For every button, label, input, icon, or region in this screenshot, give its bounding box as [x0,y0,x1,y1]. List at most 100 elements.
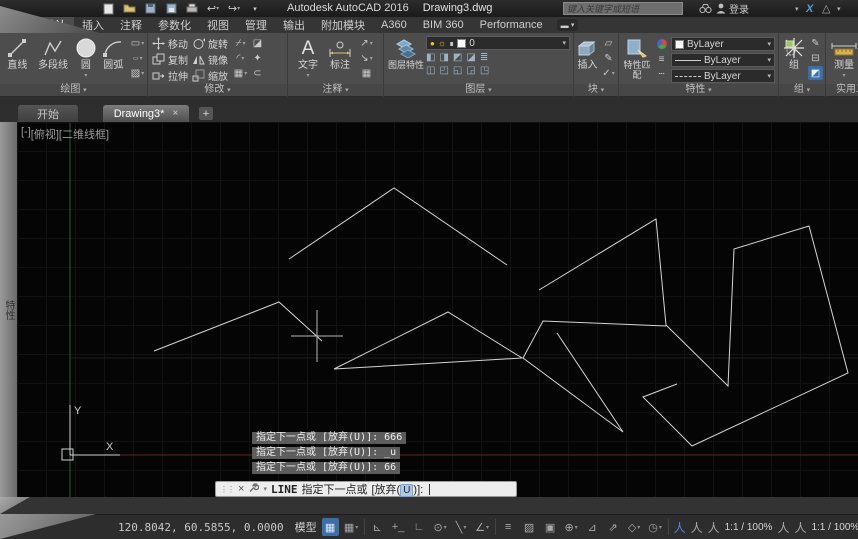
ribbon-collapse-button[interactable]: ▬ ▾ [557,19,579,31]
group-selection-toggle-icon[interactable]: ◩ [808,66,823,80]
command-customize-wrench-icon[interactable] [248,482,259,496]
status-toggle-object-snap-icon[interactable]: ∠▾ [474,518,491,536]
recent-commands-caret-icon[interactable]: ▾ [263,485,267,493]
panel-label-annotate[interactable]: 注释 ▾ [288,84,383,96]
command-drag-handle[interactable]: ⋮⋮ [220,485,234,494]
ribbon-tab-parametric[interactable]: 参数化 [150,17,199,33]
undo-button[interactable]: ↩▾ [205,2,221,16]
ribbon-tab-annotate[interactable]: 注释 [112,17,150,33]
exchange-apps-icon[interactable]: X [806,1,813,16]
status-toggle-selection-cycling-icon[interactable]: ▣ [542,518,559,536]
new-drawing-tab-button[interactable]: + [199,107,213,120]
status-toggle-polar-tracking-icon[interactable]: ⊙▾ [432,518,449,536]
linetype-select[interactable]: ByLayer ▾ [671,69,775,83]
command-option-key[interactable]: U [400,484,413,497]
ellipse-icon[interactable]: ○▾ [130,51,145,65]
hatch-icon[interactable]: ▨▾ [130,66,145,80]
circle-button[interactable]: 圆 ▾ [73,36,98,82]
layer-unlock-icon[interactable]: ◱ [453,65,462,76]
status-toggle-object-snap-tracking-icon[interactable]: ╲▾ [453,518,470,536]
ribbon-tab-performance[interactable]: Performance [472,17,551,33]
status-toggle-osnap-3d-icon[interactable]: ⊕▾ [563,518,580,536]
match-properties-button[interactable]: 特性匹配 [622,36,652,80]
user-avatar-icon[interactable] [716,1,726,16]
status-toggle-dynamic-ucs-icon[interactable]: ⊿ [584,518,601,536]
measure-button[interactable]: 测量 ▾ [829,36,858,82]
panel-label-modify[interactable]: 修改 ▾ [148,84,287,96]
file-tab-close-icon[interactable]: × [172,108,178,119]
move-button[interactable]: 移动 [152,36,188,51]
line-button[interactable]: 直线 [2,36,33,71]
status-toggle-grid-display-icon[interactable]: ▦ [322,518,339,536]
status-toggle-ortho-mode-icon[interactable]: ∟ [411,518,428,536]
status-annotation-visibility[interactable]: 人 [674,519,686,536]
plot-icon[interactable] [184,2,200,16]
dimension-button[interactable]: 标注 [325,36,355,71]
panel-label-properties[interactable]: 特性 ▾ [619,84,778,96]
status-viewport-scale-icon[interactable]: 人 [794,519,806,536]
stretch-button[interactable]: 拉伸 [152,68,188,83]
qat-customize-icon[interactable]: ▾ [247,2,263,16]
explode-icon[interactable]: ✦ [250,51,265,65]
properties-palette-tab[interactable]: 特性 [0,122,17,497]
viewport-menu-control[interactable]: [-] [21,126,31,142]
file-tab-start[interactable]: 开始 [18,105,78,122]
polyline-button[interactable]: 多段线 [35,36,71,71]
layer-match-icon[interactable]: ≣ [480,52,488,63]
lineweight-select[interactable]: ByLayer ▾ [671,53,775,67]
object-color-select[interactable]: ByLayer ▾ [671,37,775,51]
layer-properties-button[interactable]: 图层特性 [388,36,424,70]
sign-in-button[interactable]: 登录 [729,1,749,16]
panel-label-group[interactable]: 组 ▾ [779,84,825,96]
ribbon-tab-output[interactable]: 输出 [275,17,313,33]
status-autoscale[interactable]: 人 [691,519,703,536]
command-line[interactable]: ⋮⋮ × ▾ LINE 指定下一点或 [放弃(U)]: [215,481,517,497]
lineweight-list-icon[interactable]: ≡ [654,52,669,66]
offset-icon[interactable]: ⊂ [250,66,265,80]
trim-icon[interactable]: ⌿▾ [233,36,248,50]
layer-unisolate-icon[interactable]: ◫ [426,65,435,76]
drawing-canvas[interactable] [17,122,858,497]
layer-walk-icon[interactable]: ◳ [480,65,489,76]
layer-current-icon[interactable]: ◲ [466,65,475,76]
insert-block-button[interactable]: 插入 [576,36,599,71]
status-annotation-scale-icon[interactable]: 人 [708,519,720,536]
block-attrib-icon[interactable]: ✎ [601,51,616,65]
layer-select[interactable]: ● ☼ ∎ 0 ▾ [426,36,570,50]
ribbon-tab-bim360[interactable]: BIM 360 [415,17,472,33]
new-file-icon[interactable] [100,2,116,16]
array-icon[interactable]: ▦▾ [233,66,248,80]
ribbon-tab-addins[interactable]: 附加模块 [313,17,373,33]
layer-off-icon[interactable]: ◧ [426,52,435,63]
redo-button[interactable]: ↪▾ [226,2,242,16]
search-binoculars-icon[interactable] [699,1,712,16]
status-toggle-annotation-monitor-icon[interactable]: ⇗ [605,518,622,536]
copy-button[interactable]: 复制 [152,52,188,67]
block-define-icon[interactable]: ✓▾ [601,66,616,80]
erase-icon[interactable]: ◪ [250,36,265,50]
ungroup-icon[interactable]: ✎ [808,36,823,50]
text-button[interactable]: A 文字 ▾ [293,36,323,82]
status-toggle-units-icon[interactable]: ◇▾ [626,518,643,536]
search-input[interactable] [563,2,683,15]
layer-thaw-all-icon[interactable]: ◰ [439,65,448,76]
scale-button[interactable]: 缩放 [192,68,228,83]
status-toggle-lineweight-icon[interactable]: ≡ [500,518,517,536]
ribbon-tab-manage[interactable]: 管理 [237,17,275,33]
visual-style-control[interactable]: [二维线框] [59,126,109,142]
stay-connected-caret-icon[interactable]: ▾ [837,1,841,16]
leader-icon[interactable]: ↗▾ [359,36,374,50]
color-wheel-icon[interactable] [654,37,669,51]
status-toggle-snap-mode-icon[interactable]: ▦▾ [343,518,360,536]
save-as-icon[interactable] [163,2,179,16]
status-toggle-transparency-icon[interactable]: ▨ [521,518,538,536]
group-button[interactable]: 组 [782,36,806,71]
status-scale-sync[interactable]: 人 [777,519,789,536]
panel-label-block[interactable]: 块 ▾ [574,84,618,96]
status-viewport-scale-value[interactable]: 1:1 / 100% [811,522,858,533]
signin-caret-icon[interactable]: ▾ [795,1,799,16]
group-edit-icon[interactable]: ⊟ [808,51,823,65]
rectangle-icon[interactable]: ▭▾ [130,36,145,50]
panel-label-draw[interactable]: 绘图 ▾ [0,84,147,96]
status-annotation-scale-value[interactable]: 1:1 / 100% [725,522,773,533]
